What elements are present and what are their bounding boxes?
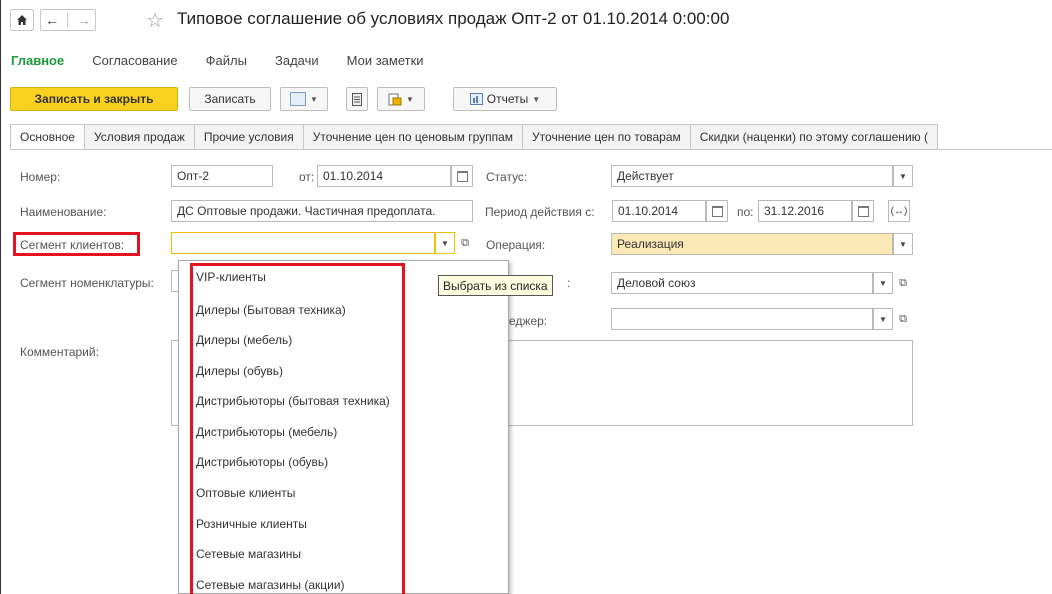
reports-label: Отчеты <box>486 92 529 106</box>
manager-field[interactable] <box>611 308 873 330</box>
tooltip: Выбрать из списка <box>438 275 553 296</box>
org-label-suffix: : <box>567 276 571 290</box>
number-label: Номер: <box>20 170 61 184</box>
print-button[interactable]: ▼ <box>377 87 425 111</box>
date-field[interactable]: 01.10.2014 <box>317 165 451 187</box>
calendar-icon <box>857 205 869 217</box>
segment-clients-open-button[interactable]: ⧉ <box>455 232 475 254</box>
print-icon <box>388 93 402 105</box>
chevron-down-icon: ▼ <box>310 94 318 104</box>
open-icon: ⧉ <box>899 312 907 325</box>
create-based-on-button[interactable]: ▼ <box>280 87 328 111</box>
section-notes[interactable]: Мои заметки <box>347 53 424 68</box>
chevron-down-icon: ▼ <box>899 171 907 181</box>
org-field[interactable]: Деловой союз <box>611 272 873 294</box>
calendar-button[interactable] <box>451 165 473 187</box>
calendar-icon <box>456 170 468 182</box>
segment-nom-label: Сегмент номенклатуры: <box>20 276 154 290</box>
status-label: Статус: <box>486 170 528 184</box>
number-field[interactable]: Опт-2 <box>171 165 273 187</box>
chevron-down-icon: ▼ <box>406 94 414 104</box>
period-from-field[interactable]: 01.10.2014 <box>612 200 706 222</box>
chevron-down-icon: ▼ <box>899 239 907 249</box>
section-main[interactable]: Главное <box>11 53 64 68</box>
chevron-down-icon: ▼ <box>879 314 887 324</box>
tab-divider <box>10 149 1052 150</box>
segment-clients-field[interactable] <box>171 232 435 254</box>
back-arrow-icon[interactable]: ← <box>45 12 59 28</box>
tab-discounts[interactable]: Скидки (наценки) по этому соглашению ( <box>690 124 938 150</box>
period-to-label: по: <box>737 205 754 219</box>
calendar-icon <box>711 205 723 217</box>
section-nav: Главное Согласование Файлы Задачи Мои за… <box>11 53 452 68</box>
document-button[interactable] <box>346 87 368 111</box>
reports-button[interactable]: Отчеты ▼ <box>453 87 557 111</box>
chevron-down-icon: ▼ <box>879 278 887 288</box>
segment-clients-label: Сегмент клиентов: <box>20 238 125 252</box>
reports-icon <box>469 93 483 105</box>
tab-main[interactable]: Основное <box>10 124 85 150</box>
section-files[interactable]: Файлы <box>206 53 247 68</box>
name-field[interactable]: ДС Оптовые продажи. Частичная предоплата… <box>171 200 473 222</box>
open-icon: ⧉ <box>461 236 469 249</box>
status-dropdown-button[interactable]: ▼ <box>893 165 913 187</box>
operation-dropdown-button[interactable]: ▼ <box>893 233 913 255</box>
section-approval[interactable]: Согласование <box>92 53 177 68</box>
period-label: Период действия с: <box>485 205 595 219</box>
save-and-close-button[interactable]: Записать и закрыть <box>10 87 178 111</box>
calendar-button[interactable] <box>706 200 728 222</box>
period-select-button[interactable]: (↔) <box>888 200 910 222</box>
document-icon <box>352 92 362 106</box>
forward-arrow-icon[interactable]: → <box>77 12 91 28</box>
tab-price-groups[interactable]: Уточнение цен по ценовым группам <box>303 124 524 150</box>
operation-field[interactable]: Реализация <box>611 233 893 255</box>
segment-clients-dropdown-button[interactable]: ▼ <box>435 232 455 254</box>
date-from-label: от: <box>299 170 315 184</box>
save-button[interactable]: Записать <box>189 87 271 111</box>
tab-bar: Основное Условия продаж Прочие условия У… <box>10 124 938 150</box>
status-field[interactable]: Действует <box>611 165 893 187</box>
tab-price-goods[interactable]: Уточнение цен по товарам <box>523 124 691 150</box>
calendar-button[interactable] <box>852 200 874 222</box>
manager-open-button[interactable]: ⧉ <box>893 308 913 330</box>
nav-arrows: ← → <box>40 9 96 31</box>
name-label: Наименование: <box>20 205 107 219</box>
form-window: ← → ☆ Типовое соглашение об условиях про… <box>0 0 1052 594</box>
period-to-field[interactable]: 31.12.2016 <box>758 200 852 222</box>
open-icon: ⧉ <box>899 276 907 289</box>
page-title: Типовое соглашение об условиях продаж Оп… <box>177 9 730 28</box>
tab-other-conditions[interactable]: Прочие условия <box>194 124 304 150</box>
manager-dropdown-button[interactable]: ▼ <box>873 308 893 330</box>
highlight-list-box <box>190 263 405 594</box>
tab-sales-conditions[interactable]: Условия продаж <box>84 124 195 150</box>
create-based-icon <box>290 92 307 106</box>
home-button[interactable] <box>10 9 34 31</box>
chevron-down-icon: ▼ <box>441 238 449 248</box>
manager-label: еджер: <box>509 314 548 328</box>
home-icon <box>17 15 27 25</box>
operation-label: Операция: <box>486 238 546 252</box>
favorite-star-icon[interactable]: ☆ <box>146 8 164 33</box>
comment-label: Комментарий: <box>20 345 99 359</box>
chevron-down-icon: ▼ <box>532 94 541 104</box>
org-dropdown-button[interactable]: ▼ <box>873 272 893 294</box>
period-icon: (↔) <box>890 205 908 217</box>
section-tasks[interactable]: Задачи <box>275 53 319 68</box>
org-open-button[interactable]: ⧉ <box>893 272 913 294</box>
